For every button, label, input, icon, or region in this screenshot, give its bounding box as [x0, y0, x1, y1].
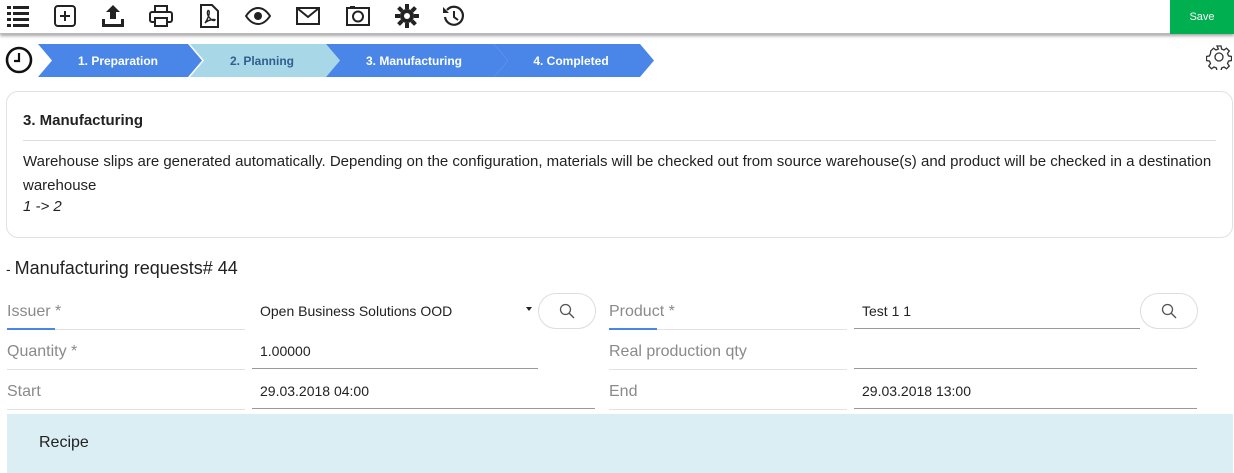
quantity-value: 1.00000 [260, 342, 311, 359]
product-search-button[interactable] [1140, 293, 1198, 329]
step-planning[interactable]: 2. Planning [190, 44, 334, 77]
end-input[interactable]: 29.03.2018 13:00 [854, 373, 1197, 409]
step-label: 4. Completed [533, 53, 609, 68]
info-description: Warehouse slips are generated automatica… [23, 153, 1212, 194]
upload-icon[interactable] [99, 2, 127, 30]
add-icon[interactable] [51, 2, 79, 30]
workflow-steps: 1. Preparation 2. Planning 3. Manufactur… [0, 44, 1234, 78]
pdf-icon[interactable] [195, 2, 223, 30]
issuer-label: Issuer * [7, 294, 245, 330]
issuer-label-text: Issuer * [7, 302, 62, 320]
gear-icon[interactable] [393, 2, 421, 30]
product-value: Test 1 1 [862, 302, 912, 319]
history-icon[interactable] [440, 2, 468, 30]
eye-icon[interactable] [244, 2, 272, 30]
recipe-panel[interactable]: Recipe [7, 414, 1233, 473]
recipe-label: Recipe [39, 434, 89, 451]
info-flow: 1 -> 2 [23, 198, 62, 215]
quantity-label: Quantity * [7, 334, 245, 370]
search-icon [1161, 303, 1177, 319]
product-label-text: Product * [609, 302, 675, 320]
real-qty-label-text: Real production qty [609, 342, 747, 360]
real-qty-label: Real production qty [609, 334, 847, 370]
start-input[interactable]: 29.03.2018 04:00 [252, 373, 595, 409]
step-completed[interactable]: 4. Completed [494, 44, 648, 77]
step-manufacturing[interactable]: 3. Manufacturing [326, 44, 502, 77]
issuer-value: Open Business Solutions OOD [260, 303, 453, 319]
info-title: 3. Manufacturing [23, 112, 144, 129]
section-header: - Manufacturing requests# 44 [6, 258, 238, 279]
chevron-down-icon [526, 307, 532, 311]
end-value: 29.03.2018 13:00 [862, 382, 971, 399]
collapse-toggle[interactable]: - [6, 261, 11, 277]
step-label: 3. Manufacturing [365, 53, 462, 68]
start-value: 29.03.2018 04:00 [260, 382, 369, 399]
mail-icon[interactable] [294, 2, 322, 30]
real-qty-input[interactable] [854, 333, 1197, 369]
toolbar: Save [0, 0, 1234, 34]
end-label-text: End [609, 382, 638, 400]
save-button[interactable]: Save [1170, 0, 1234, 34]
quantity-label-text: Quantity * [7, 342, 78, 360]
issuer-search-button[interactable] [538, 293, 596, 329]
section-title: Manufacturing requests# 44 [14, 258, 238, 278]
list-icon[interactable] [4, 2, 32, 30]
start-label-text: Start [7, 382, 41, 400]
label-underline [7, 328, 55, 330]
divider [23, 140, 1216, 141]
product-input[interactable]: Test 1 1 [854, 293, 1140, 329]
step-info-panel: 3. Manufacturing Warehouse slips are gen… [6, 91, 1233, 238]
print-icon[interactable] [147, 2, 175, 30]
camera-icon[interactable] [344, 2, 372, 30]
search-icon [559, 303, 575, 319]
step-label: 2. Planning [229, 53, 294, 68]
label-underline [609, 328, 657, 330]
start-label: Start [7, 374, 245, 410]
step-preparation[interactable]: 1. Preparation [38, 44, 198, 77]
end-label: End [609, 374, 847, 410]
quantity-input[interactable]: 1.00000 [252, 333, 538, 369]
settings-gear-icon[interactable] [1205, 44, 1233, 72]
product-label: Product * [609, 294, 847, 330]
issuer-select[interactable]: Open Business Solutions OOD [252, 293, 538, 329]
step-label: 1. Preparation [77, 53, 159, 68]
